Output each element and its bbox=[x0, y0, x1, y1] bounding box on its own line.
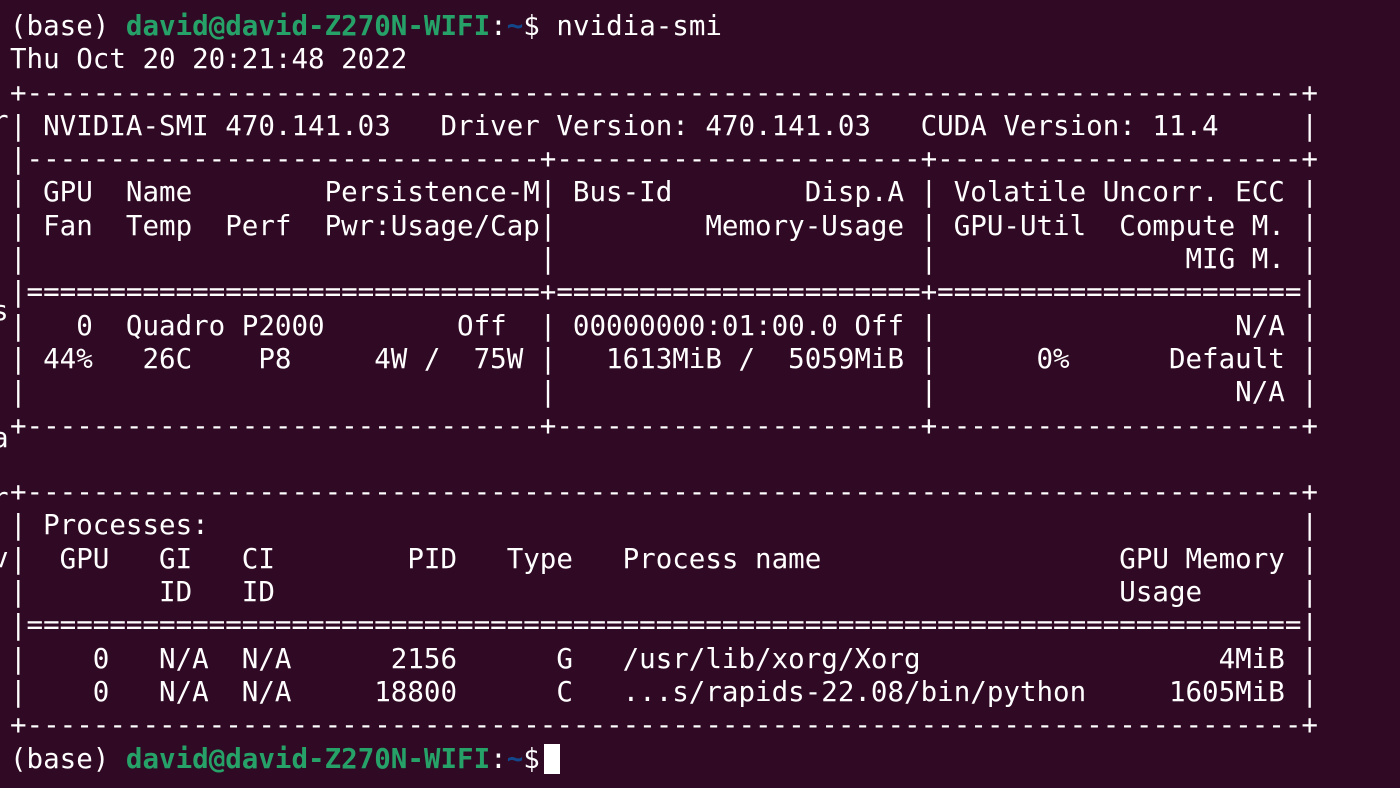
output-line: +---------------------------------------… bbox=[10, 709, 1318, 742]
prompt-symbol: $ bbox=[523, 742, 540, 775]
prompt-user-host: david@david-Z270N-WIFI bbox=[125, 10, 491, 42]
output-line: | | | MIG M. | bbox=[10, 243, 1318, 276]
prompt-symbol: $ bbox=[523, 10, 540, 42]
output-line: +---------------------------------------… bbox=[10, 76, 1318, 109]
prompt-env: (base) bbox=[10, 10, 110, 42]
output-line: | GPU Name Persistence-M| Bus-Id Disp.A … bbox=[10, 176, 1318, 209]
output-line: Thu Oct 20 20:21:48 2022 bbox=[10, 43, 408, 76]
background-text-fragment: s bbox=[0, 295, 9, 327]
output-line: |-------------------------------+-------… bbox=[10, 143, 1318, 176]
output-line: | 0 N/A N/A 2156 G /usr/lib/xorg/Xorg 4M… bbox=[10, 642, 1318, 675]
terminal-window[interactable]: (base) david@david-Z270N-WIFI:~$ nvidia-… bbox=[0, 0, 1400, 788]
prompt-path: ~ bbox=[506, 742, 524, 775]
output-line: +---------------------------------------… bbox=[10, 476, 1318, 509]
text-cursor[interactable] bbox=[543, 743, 560, 774]
terminal-output: (base) david@david-Z270N-WIFI:~$ nvidia-… bbox=[10, 10, 1318, 776]
background-text-fragment: v bbox=[0, 542, 9, 574]
prompt-separator: : bbox=[490, 742, 507, 775]
prompt-separator: : bbox=[490, 10, 507, 42]
output-line: | ID ID Usage | bbox=[10, 576, 1318, 609]
output-line: | | | N/A | bbox=[10, 376, 1318, 409]
output-line: |=======================================… bbox=[10, 609, 1318, 642]
output-line: | Fan Temp Perf Pwr:Usage/Cap| Memory-Us… bbox=[10, 209, 1318, 242]
prompt-env: (base) bbox=[10, 742, 110, 775]
background-text-fragment: a bbox=[0, 422, 9, 454]
output-line: | 0 N/A N/A 18800 C ...s/rapids-22.08/bi… bbox=[10, 675, 1318, 708]
output-line: | NVIDIA-SMI 470.141.03 Driver Version: … bbox=[10, 109, 1318, 142]
command-text: nvidia-smi bbox=[556, 10, 722, 42]
command-line: (base) david@david-Z270N-WIFI:~$ nvidia-… bbox=[10, 10, 1318, 43]
prompt-path: ~ bbox=[506, 10, 524, 42]
output-line: | 0 Quadro P2000 Off | 00000000:01:00.0 … bbox=[10, 309, 1318, 342]
output-line: |===============================+=======… bbox=[10, 276, 1318, 309]
output-line: | GPU GI CI PID Type Process name GPU Me… bbox=[10, 542, 1318, 575]
output-line: +-------------------------------+-------… bbox=[10, 409, 1318, 442]
prompt-user-host: david@david-Z270N-WIFI bbox=[125, 742, 491, 775]
background-text-fragment: r bbox=[0, 482, 9, 514]
background-text-fragment: r bbox=[0, 105, 9, 137]
active-prompt-line[interactable]: (base) david@david-Z270N-WIFI:~$ bbox=[10, 743, 1318, 776]
output-line: | 44% 26C P8 4W / 75W | 1613MiB / 5059Mi… bbox=[10, 342, 1318, 375]
output-line: | Processes: | bbox=[10, 509, 1318, 542]
